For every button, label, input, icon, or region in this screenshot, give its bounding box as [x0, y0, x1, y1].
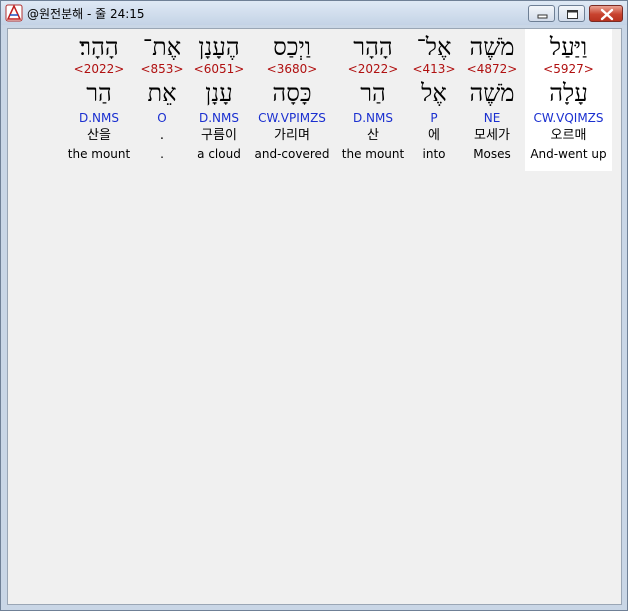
hebrew-word: הֶעָנָן — [198, 33, 240, 61]
korean-gloss: 구름이 — [201, 128, 237, 143]
hebrew-lemma: עָלָה — [549, 79, 588, 107]
word-column[interactable]: וַיְכַס <3680> כָּסָה CW.VPIMZS 가리며 and-… — [250, 29, 334, 171]
hebrew-lemma: הַר — [360, 79, 386, 107]
maximize-icon — [567, 10, 578, 19]
hebrew-word: אֶל־ — [416, 33, 452, 61]
parsing-code: D.NMS — [198, 111, 239, 125]
app-compass-icon — [5, 4, 23, 22]
strong-number[interactable]: <2022> — [338, 61, 408, 77]
korean-gloss: 산을 — [87, 128, 111, 143]
hebrew-lemma: הַר — [86, 79, 112, 107]
window-title: @원전분해 - 줄 24:15 — [27, 7, 145, 21]
hebrew-word: וַיַּעַל — [549, 33, 588, 61]
english-gloss: the mount — [341, 147, 405, 161]
interlinear-panel: וַיַּעַל <5927> עָלָה CW.VQIMZS 오르매 And-… — [7, 28, 622, 605]
minimize-button[interactable] — [528, 5, 555, 22]
parsing-code: D.NMS — [78, 111, 119, 125]
close-button[interactable] — [589, 5, 623, 22]
korean-gloss: 산 — [367, 128, 379, 143]
strong-number[interactable]: <3680> — [250, 61, 334, 77]
parsing-code: CW.VQIMZS — [533, 111, 604, 125]
english-gloss: Moses — [473, 147, 511, 161]
korean-gloss: 모세가 — [474, 128, 510, 143]
korean-gloss: . — [159, 128, 165, 143]
word-column[interactable]: הֶעָנָן <6051> עָנָן D.NMS 구름이 a cloud — [188, 29, 250, 171]
title-bar[interactable]: @원전분해 - 줄 24:15 — [1, 1, 627, 25]
word-column[interactable]: אֶת־ <853> אֵת O . . — [136, 29, 188, 171]
strong-number[interactable]: <6051> — [188, 61, 250, 77]
close-icon — [600, 8, 614, 21]
parsing-code: P — [430, 111, 438, 125]
word-column[interactable]: הָהָר׃ <2022> הַר D.NMS 산을 the mount — [64, 29, 134, 171]
hebrew-word: הָהָר — [353, 33, 393, 61]
english-gloss: a cloud — [197, 147, 241, 161]
word-column[interactable]: הָהָר <2022> הַר D.NMS 산 the mount — [338, 29, 408, 171]
english-gloss: into — [422, 147, 446, 161]
app-window: @원전분해 - 줄 24:15 וַיַּעַל <5927> עָלָה CW… — [0, 0, 628, 611]
parsing-code: NE — [483, 111, 501, 125]
maximize-button[interactable] — [558, 5, 585, 22]
hebrew-word: מֹשֶׁה — [469, 33, 515, 61]
strong-number[interactable]: <2022> — [64, 61, 134, 77]
hebrew-lemma: כָּסָה — [272, 79, 312, 107]
strong-number[interactable]: <4872> — [457, 61, 527, 77]
hebrew-lemma: מֹשֶׁה — [469, 79, 515, 107]
english-gloss: and-covered — [254, 147, 330, 161]
word-column[interactable]: וַיַּעַל <5927> עָלָה CW.VQIMZS 오르매 And-… — [525, 29, 612, 171]
strong-number[interactable]: <853> — [136, 61, 188, 77]
hebrew-word: וַיְכַס — [273, 33, 311, 61]
hebrew-lemma: עָנָן — [205, 79, 233, 107]
hebrew-lemma: אֵת — [147, 79, 177, 107]
hebrew-word: אֶת־ — [142, 33, 182, 61]
korean-gloss: 가리며 — [274, 128, 310, 143]
hebrew-word: הָהָר׃ — [79, 33, 119, 61]
strong-number[interactable]: <413> — [406, 61, 462, 77]
parsing-code: O — [157, 111, 167, 125]
english-gloss: . — [160, 147, 164, 161]
english-gloss: the mount — [67, 147, 131, 161]
word-column[interactable]: אֶל־ <413> אֶל P 에 into — [406, 29, 462, 171]
korean-gloss: 오르매 — [550, 128, 587, 143]
minimize-icon — [537, 14, 548, 19]
hebrew-lemma: אֶל — [421, 79, 447, 107]
english-gloss: And-went up — [530, 147, 607, 161]
word-column[interactable]: מֹשֶׁה <4872> מֹשֶׁה NE 모세가 Moses — [457, 29, 527, 171]
strong-number[interactable]: <5927> — [525, 61, 612, 77]
korean-gloss: 에 — [428, 128, 440, 143]
parsing-code: CW.VPIMZS — [258, 111, 326, 125]
parsing-code: D.NMS — [352, 111, 393, 125]
